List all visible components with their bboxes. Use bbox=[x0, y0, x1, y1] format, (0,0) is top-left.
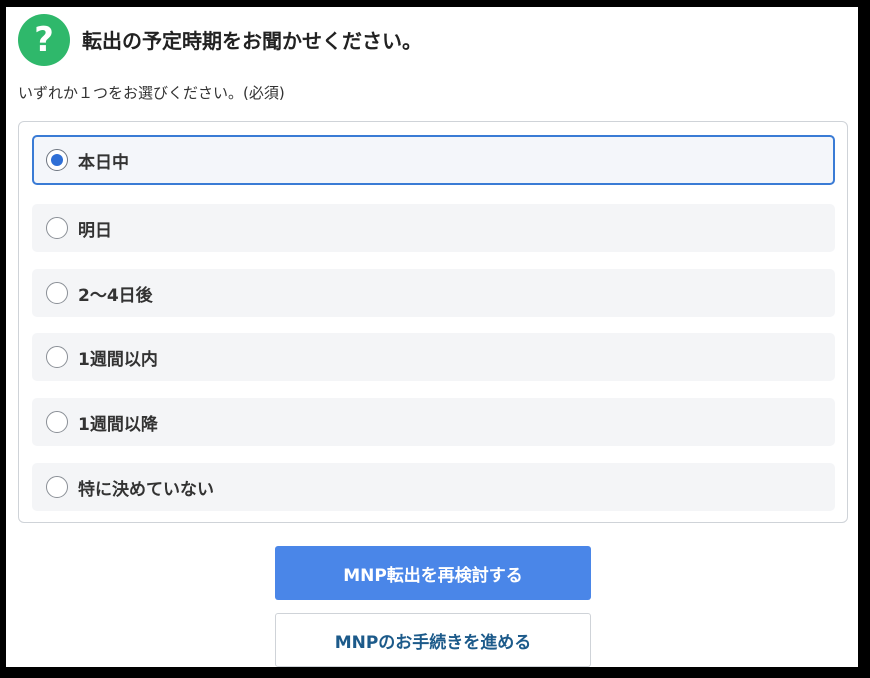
options-group: 本日中 明日 2〜4日後 1週間以内 1週間以降 特に決めていない bbox=[18, 121, 848, 523]
radio-button[interactable] bbox=[46, 476, 68, 498]
option-undecided[interactable]: 特に決めていない bbox=[32, 463, 835, 511]
radio-button[interactable] bbox=[46, 217, 68, 239]
option-label: 2〜4日後 bbox=[78, 285, 153, 306]
proceed-mnp-button[interactable]: MNPのお手続きを進める bbox=[275, 613, 591, 667]
option-2-4-days[interactable]: 2〜4日後 bbox=[32, 269, 835, 317]
option-label: 明日 bbox=[78, 220, 112, 241]
option-today[interactable]: 本日中 bbox=[32, 135, 835, 185]
option-label: 1週間以降 bbox=[78, 414, 158, 435]
question-title: 転出の予定時期をお聞かせください。 bbox=[82, 29, 422, 53]
radio-button[interactable] bbox=[46, 282, 68, 304]
question-mark-icon: ? bbox=[18, 14, 70, 66]
option-label: 本日中 bbox=[78, 152, 129, 173]
radio-button[interactable] bbox=[46, 346, 68, 368]
page-frame: ? 転出の予定時期をお聞かせください。 いずれか１つをお選びください。(必須) … bbox=[6, 7, 858, 667]
reconsider-mnp-button[interactable]: MNP転出を再検討する bbox=[275, 546, 591, 600]
radio-button[interactable] bbox=[46, 411, 68, 433]
radio-dot-icon bbox=[51, 154, 63, 166]
instruction-text: いずれか１つをお選びください。(必須) bbox=[18, 84, 285, 102]
option-label: 特に決めていない bbox=[78, 479, 214, 500]
radio-button-checked[interactable] bbox=[46, 149, 68, 171]
option-within-1-week[interactable]: 1週間以内 bbox=[32, 333, 835, 381]
option-tomorrow[interactable]: 明日 bbox=[32, 204, 835, 252]
option-after-1-week[interactable]: 1週間以降 bbox=[32, 398, 835, 446]
option-label: 1週間以内 bbox=[78, 349, 158, 370]
